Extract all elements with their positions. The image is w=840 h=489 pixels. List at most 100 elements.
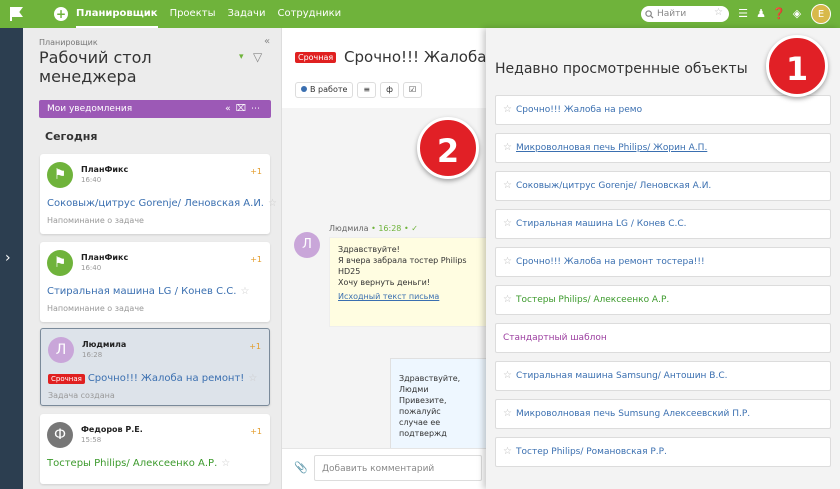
recent-item[interactable]: ☆ Микроволновая печь Sumsung Алексеевский…: [495, 399, 831, 429]
paperclip-icon[interactable]: 📎: [294, 461, 308, 474]
card-task-link[interactable]: Стиральная машина LG / Конев С.С. ☆: [47, 286, 249, 297]
recent-item-text: Тостер Philips/ Романовская Р.Р.: [516, 447, 667, 457]
notification-card[interactable]: ⚑ ПланФикс 16:40 +1 Соковыж/цитрус Goren…: [40, 154, 277, 234]
star-icon[interactable]: ☆: [248, 373, 257, 384]
star-icon[interactable]: ☆: [503, 286, 512, 314]
notifications-header[interactable]: Мои уведомления «⌧⋯: [39, 100, 271, 118]
dropdown-icon[interactable]: ▾: [239, 52, 244, 62]
star-icon[interactable]: ☆: [268, 198, 277, 209]
notification-card[interactable]: ⚑ ПланФикс 16:40 +1 Стиральная машина LG…: [40, 242, 270, 322]
nav-projects[interactable]: Проекты: [170, 0, 216, 28]
recent-item[interactable]: ☆ Тостеры Philips/ Алексеенко А.Р.: [495, 285, 831, 315]
user-avatar[interactable]: Е: [811, 4, 831, 24]
collapse-icon[interactable]: «: [264, 36, 270, 47]
urgent-badge: Срочная: [48, 374, 85, 384]
planfix-logo-icon[interactable]: [0, 0, 32, 28]
recent-item-text: Срочно!!! Жалоба на ремонт тостера!!!: [516, 257, 705, 267]
breadcrumb[interactable]: Планировщик: [39, 38, 98, 47]
recent-item-text: Стиральная машина Samsung/ Антошин В.С.: [516, 371, 728, 381]
reply-bubble: Здравствуйте, Людми Привезите, пожалуйс …: [390, 358, 487, 450]
card-task-link[interactable]: Тостеры Philips/ Алексеенко А.Р. ☆: [47, 458, 230, 469]
function-icon[interactable]: ф: [380, 82, 399, 98]
recent-item[interactable]: ☆ Срочно!!! Жалоба на ремо: [495, 95, 831, 125]
card-time: 15:58: [81, 436, 102, 444]
card-sender: ПланФикс: [81, 165, 129, 174]
checkbox-icon[interactable]: ☑: [402, 82, 423, 98]
notification-tools-icon[interactable]: «⌧⋯: [225, 100, 265, 118]
card-count: +1: [250, 427, 262, 436]
card-task-text: Тостеры Philips/ Алексеенко А.Р.: [47, 458, 218, 469]
nav-planner[interactable]: Планировщик: [76, 0, 158, 28]
search-icon: [645, 9, 654, 19]
planfix-avatar-icon: ⚑: [47, 162, 73, 188]
star-icon[interactable]: ☆: [503, 96, 512, 124]
layers-icon[interactable]: ◈: [788, 5, 806, 23]
card-time: 16:40: [81, 264, 102, 272]
left-rail: ›: [0, 28, 23, 489]
recent-item-text: Стиральная машина LG / Конев С.С.: [516, 219, 687, 229]
main-nav: Планировщик Проекты Задачи Сотрудники: [76, 0, 353, 28]
callout-2: 2: [417, 117, 479, 179]
task-view: Срочная Срочно!!! Жалоба на В работе ≡ ф…: [281, 28, 510, 489]
notification-card-selected[interactable]: Л Людмила 16:28 +1 Срочная Срочно!!! Жало…: [40, 328, 270, 406]
avatar: Ф: [47, 422, 73, 448]
recent-item-text: Срочно!!! Жалоба на ремо: [516, 105, 643, 115]
card-task-text: Стиральная машина LG / Конев С.С.: [47, 286, 237, 297]
star-icon[interactable]: ☆: [503, 400, 512, 428]
nav-employees[interactable]: Сотрудники: [277, 0, 341, 28]
notifications-label: Мои уведомления: [47, 104, 133, 114]
menu-icon[interactable]: ☰: [734, 5, 752, 23]
recent-item[interactable]: ☆ Срочно!!! Жалоба на ремонт тостера!!!: [495, 247, 831, 277]
card-subtitle: Напоминание о задаче: [47, 304, 144, 313]
help-icon[interactable]: ❓: [770, 5, 788, 23]
card-subtitle: Напоминание о задаче: [47, 216, 144, 225]
recent-item[interactable]: ☆ Стиральная машина LG / Конев С.С.: [495, 209, 831, 239]
card-task-link[interactable]: Срочная Срочно!!! Жалоба на ремонт! ☆: [48, 373, 257, 384]
add-icon[interactable]: +: [54, 7, 68, 21]
star-icon[interactable]: ☆: [240, 286, 249, 297]
message-line: Здравствуйте, Людми: [399, 374, 461, 394]
star-icon[interactable]: ☆: [221, 458, 230, 469]
message-line: Я вчера забрала тостер Philips HD25: [338, 256, 467, 276]
star-icon[interactable]: ☆: [503, 172, 512, 200]
avatar: Л: [294, 232, 320, 258]
recent-item-text: Микроволновая печь Sumsung Алексеевский …: [516, 409, 751, 419]
recent-item[interactable]: Стандартный шаблон: [495, 323, 831, 353]
search-input[interactable]: Найти ☆: [641, 6, 729, 22]
original-email-link[interactable]: Исходный текст письма: [338, 291, 478, 302]
star-icon[interactable]: ☆: [503, 134, 512, 162]
planfix-avatar-icon: ⚑: [47, 250, 73, 276]
status-dot-icon: [301, 86, 307, 92]
card-task-text: Соковыж/цитрус Gorenje/ Леновская А.И.: [47, 198, 264, 209]
list-icon[interactable]: ≡: [357, 82, 377, 98]
chevron-right-icon[interactable]: ›: [5, 250, 11, 266]
star-icon[interactable]: ☆: [503, 210, 512, 238]
task-title: Срочная Срочно!!! Жалоба на: [295, 48, 510, 66]
star-icon[interactable]: ☆: [503, 248, 512, 276]
filter-icon[interactable]: ▽: [253, 50, 262, 64]
recent-item[interactable]: ☆ Стиральная машина Samsung/ Антошин В.С.: [495, 361, 831, 391]
star-icon[interactable]: ☆: [503, 362, 512, 390]
person-icon[interactable]: ♟: [752, 5, 770, 23]
favorites-star-icon[interactable]: ☆: [714, 7, 723, 18]
card-task-link[interactable]: Соковыж/цитрус Gorenje/ Леновская А.И. ☆: [47, 198, 277, 209]
notification-card[interactable]: Ф Федоров Р.Е. 15:58 +1 Тостеры Philips/…: [40, 414, 270, 484]
card-sender: ПланФикс: [81, 253, 129, 262]
comment-bar: 📎 Добавить комментарий: [282, 448, 487, 489]
star-icon[interactable]: ☆: [503, 438, 512, 466]
nav-tasks[interactable]: Задачи: [227, 0, 265, 28]
comment-input[interactable]: Добавить комментарий: [314, 455, 482, 481]
recent-item-text: Тостеры Philips/ Алексеенко А.Р.: [516, 295, 670, 305]
message-bubble: Здравствуйте! Я вчера забрала тостер Phi…: [329, 237, 487, 327]
status-button[interactable]: В работе: [295, 82, 354, 98]
message-line: Здравствуйте!: [338, 245, 400, 254]
section-today: Сегодня: [45, 130, 98, 143]
message-line: Привезите, пожалуйс: [399, 396, 447, 416]
search-placeholder: Найти: [657, 9, 687, 19]
status-label: В работе: [310, 85, 348, 94]
author-name: Людмила: [329, 224, 369, 233]
recent-item[interactable]: ☆ Микроволновая печь Philips/ Жорин А.П.: [495, 133, 831, 163]
recent-item[interactable]: ☆ Тостер Philips/ Романовская Р.Р.: [495, 437, 831, 467]
recent-item[interactable]: ☆ Соковыж/цитрус Gorenje/ Леновская А.И.: [495, 171, 831, 201]
recent-item-text: Микроволновая печь Philips/ Жорин А.П.: [516, 143, 708, 153]
